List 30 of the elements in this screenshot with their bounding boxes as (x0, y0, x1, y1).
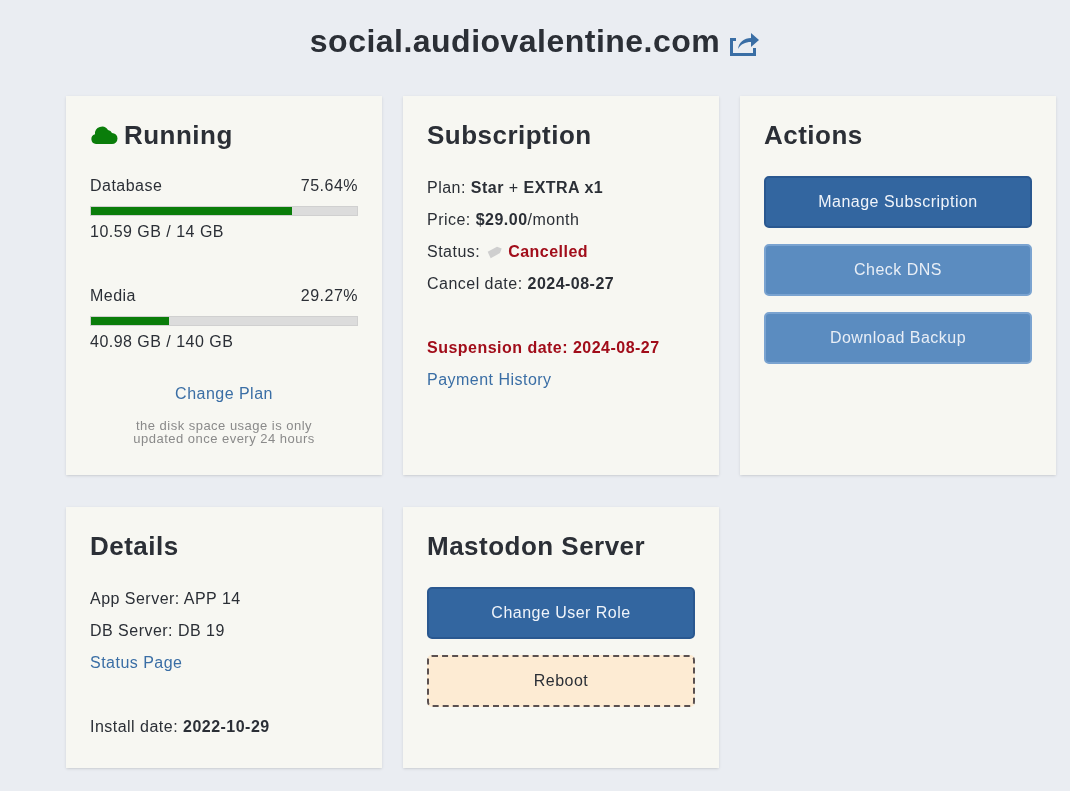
card-title: Running (124, 120, 233, 150)
card-title: Mastodon Server (427, 531, 647, 561)
info-line: Cancel date: 2024-08-27 (427, 274, 616, 294)
status-label: Status: (427, 242, 481, 262)
card-title: Subscription (427, 120, 593, 150)
meter-label: Database (90, 176, 163, 196)
status-page-link[interactable]: Status Page (90, 647, 183, 679)
meter-label: Media (90, 286, 136, 306)
page-title: social.audiovalentine.com (309, 25, 721, 57)
action-button[interactable]: Change User Role (427, 587, 695, 639)
change-plan-link[interactable]: Change Plan (175, 385, 273, 402)
status-value: Cancelled (508, 242, 589, 262)
card-title: Details (90, 531, 180, 561)
tag-icon (486, 244, 503, 260)
suspension-date: Suspension date: 2024-08-27 (427, 338, 661, 358)
footnote: the disk space usage is only updated once every 24 hours (132, 419, 316, 445)
usage-text: 40.98 GB / 140 GB (90, 332, 235, 352)
info-line: App Server: APP 14 (90, 589, 242, 609)
info-line: DB Server: DB 19 (90, 621, 226, 641)
share-icon[interactable] (728, 30, 761, 56)
info-line: Price: $29.00/month (427, 210, 581, 230)
info-line: Install date: 2022-10-29 (90, 717, 271, 737)
action-button[interactable]: Reboot (427, 655, 695, 707)
payment-history-link[interactable]: Payment History (427, 364, 552, 396)
usage-text: 10.59 GB / 14 GB (90, 222, 225, 242)
meter-percent: 29.27% (300, 286, 358, 306)
card-title: Actions (764, 120, 864, 150)
action-button[interactable]: Manage Subscription (764, 176, 1032, 228)
meter-percent: 75.64% (300, 176, 358, 196)
info-line: Plan: Star + EXTRA x1 (427, 178, 605, 198)
